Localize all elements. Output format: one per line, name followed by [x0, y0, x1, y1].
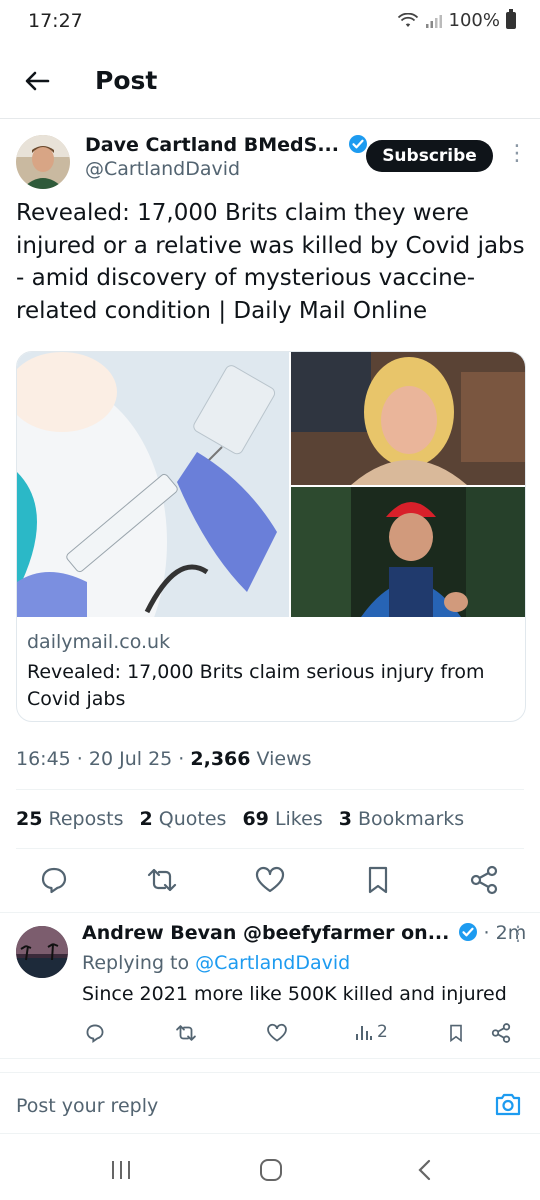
- verified-badge-icon: [349, 135, 368, 153]
- top-bar: Post: [0, 44, 540, 119]
- post-time: 16:45: [16, 748, 71, 770]
- author-avatar[interactable]: [16, 135, 70, 189]
- reply-share-icon[interactable]: [490, 1022, 512, 1044]
- repost-icon[interactable]: [146, 864, 178, 896]
- status-icons: 100%: [397, 9, 516, 31]
- post-stats: 25 Reposts 2 Quotes 69 Likes 3 Bookmarks: [16, 808, 464, 830]
- reply-views[interactable]: 2: [355, 1022, 388, 1042]
- card-domain: dailymail.co.uk: [27, 631, 171, 653]
- share-icon[interactable]: [468, 864, 500, 896]
- battery-icon: [506, 9, 516, 29]
- quotes-stat[interactable]: 2 Quotes: [139, 808, 226, 830]
- reply-input[interactable]: Post your reply: [16, 1095, 158, 1117]
- divider: [16, 789, 524, 790]
- author-handle[interactable]: @CartlandDavid: [85, 158, 368, 180]
- home-icon[interactable]: [259, 1158, 283, 1182]
- replying-to: Replying to @CartlandDavid: [82, 952, 351, 974]
- status-bar: 17:27 100%: [0, 0, 540, 44]
- subscribe-button[interactable]: Subscribe: [366, 140, 493, 172]
- back-arrow-icon[interactable]: [22, 66, 52, 96]
- verified-badge-icon: [459, 923, 478, 941]
- post-text: Revealed: 17,000 Brits claim they were i…: [16, 200, 525, 324]
- reply-views-count: 2: [377, 1022, 388, 1042]
- page-title: Post: [95, 66, 158, 95]
- link-card[interactable]: dailymail.co.uk Revealed: 17,000 Brits c…: [16, 351, 526, 722]
- reply-repost-icon[interactable]: [174, 1022, 198, 1044]
- divider: [0, 1058, 540, 1059]
- card-image-woman: [291, 352, 525, 485]
- author-name[interactable]: Dave Cartland BMedS...: [85, 134, 339, 156]
- reply-like-icon[interactable]: [266, 1022, 288, 1044]
- reply-avatar[interactable]: [16, 926, 68, 978]
- card-image-man: [291, 487, 525, 617]
- views-label: Views: [256, 748, 312, 770]
- wifi-icon: [397, 12, 418, 27]
- like-icon[interactable]: [254, 864, 286, 896]
- likes-stat[interactable]: 69 Likes: [242, 808, 322, 830]
- reply-composer[interactable]: Post your reply: [0, 1072, 540, 1134]
- system-nav-bar: [0, 1140, 540, 1200]
- card-title: Revealed: 17,000 Brits claim serious inj…: [27, 661, 485, 710]
- divider: [16, 848, 524, 849]
- post-meta: 16:45 · 20 Jul 25 · 2,366 Views: [16, 748, 312, 770]
- views-count: 2,366: [190, 748, 251, 770]
- more-options-icon[interactable]: ⋮: [506, 141, 528, 166]
- signal-icon: [425, 14, 442, 28]
- reply-header: Andrew Bevan @beefyfarmer on... · 2m: [82, 922, 527, 944]
- bookmark-icon[interactable]: [362, 864, 394, 896]
- author-info: Dave Cartland BMedS... @CartlandDavid: [85, 134, 368, 180]
- reposts-stat[interactable]: 25 Reposts: [16, 808, 123, 830]
- reply-reply-icon[interactable]: [84, 1022, 106, 1044]
- divider: [0, 912, 540, 913]
- reply-icon[interactable]: [38, 864, 70, 896]
- recent-apps-icon[interactable]: [109, 1159, 133, 1181]
- reply-text: Since 2021 more like 500K killed and inj…: [82, 983, 507, 1005]
- reply-bookmark-icon[interactable]: [446, 1022, 466, 1044]
- card-image-vaccine: [17, 352, 289, 617]
- back-nav-icon[interactable]: [414, 1158, 434, 1182]
- reply-more-options-icon[interactable]: ⋮: [508, 921, 528, 945]
- reply-author[interactable]: Andrew Bevan @beefyfarmer on...: [82, 922, 449, 944]
- post-date: 20 Jul 25: [88, 748, 173, 770]
- views-icon: [356, 1026, 372, 1040]
- camera-icon[interactable]: [494, 1091, 522, 1117]
- replying-to-handle[interactable]: @CartlandDavid: [195, 952, 350, 974]
- bookmarks-stat[interactable]: 3 Bookmarks: [339, 808, 464, 830]
- status-time: 17:27: [28, 10, 83, 32]
- battery-percent: 100%: [448, 10, 500, 31]
